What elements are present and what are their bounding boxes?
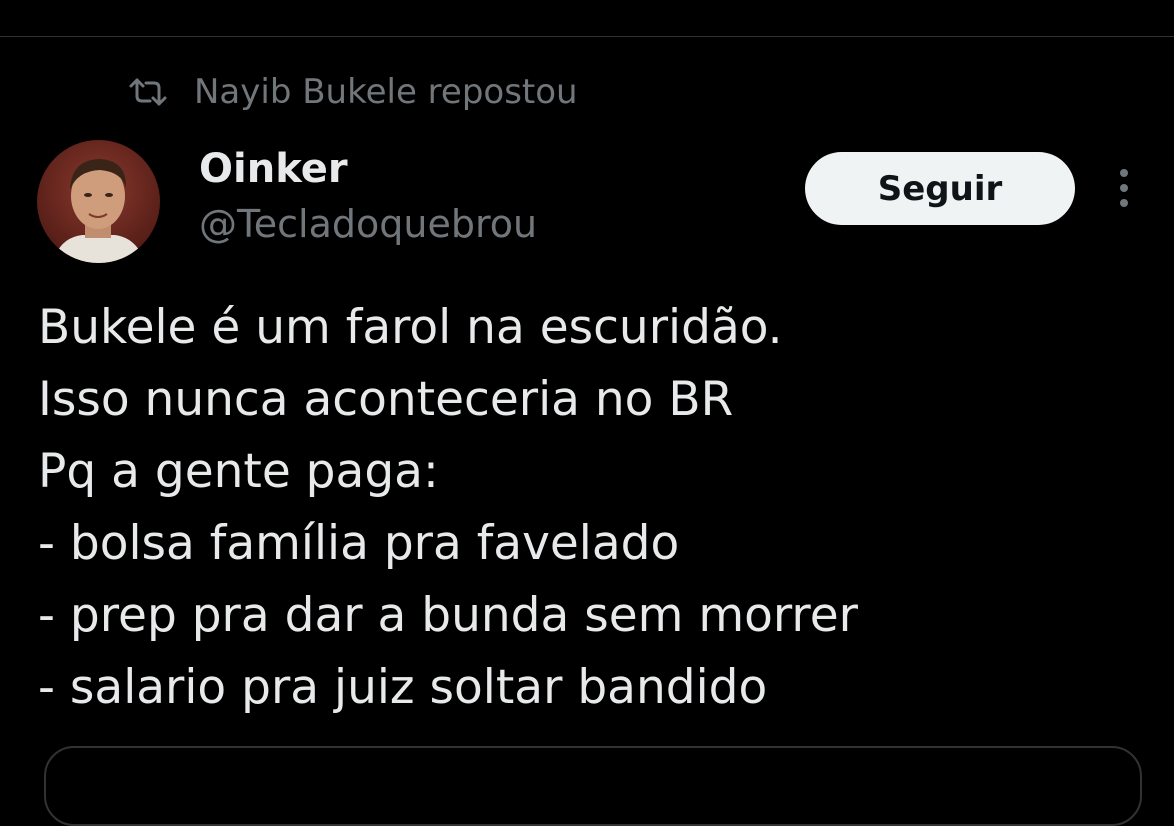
follow-button[interactable]: Seguir <box>805 152 1075 225</box>
tweet-line: Isso nunca aconteceria no BR <box>38 372 734 427</box>
author-handle[interactable]: @Tecladoquebrou <box>199 202 537 246</box>
repost-icon <box>128 75 168 109</box>
tweet-line: - bolsa família pra favelado <box>38 516 680 571</box>
tweet-text: Bukele é um farol na escuridão. Isso nun… <box>38 292 858 724</box>
tweet-line: - salario pra juiz soltar bandido <box>38 660 768 715</box>
repost-context[interactable]: Nayib Bukele repostou <box>128 70 578 114</box>
top-divider <box>0 36 1174 37</box>
tweet-line: - prep pra dar a bunda sem morrer <box>38 588 858 643</box>
quoted-media-card[interactable] <box>44 746 1142 826</box>
tweet-line: Pq a gente paga: <box>38 444 439 499</box>
author-display-name[interactable]: Oinker <box>199 146 348 192</box>
repost-label[interactable]: Nayib Bukele repostou <box>194 72 578 112</box>
more-vertical-icon[interactable] <box>1108 166 1140 212</box>
tweet-line: Bukele é um farol na escuridão. <box>38 300 783 355</box>
user-avatar[interactable] <box>37 140 160 263</box>
